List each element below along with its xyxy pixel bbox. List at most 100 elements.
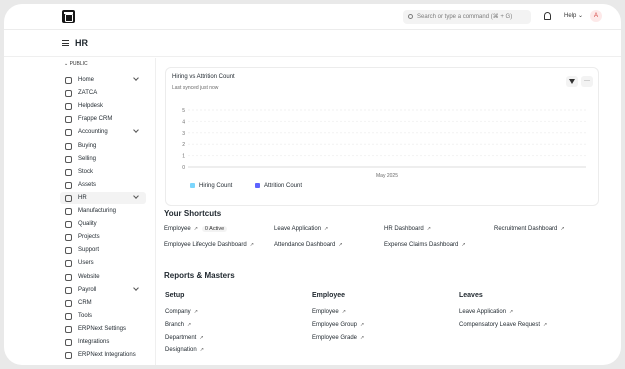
box-icon: [65, 168, 72, 176]
app-logo[interactable]: [62, 10, 75, 23]
chart-filter-button[interactable]: [566, 76, 578, 87]
report-link-employee-group[interactable]: Employee Group ↗: [312, 322, 364, 328]
y-tick-label: 3: [182, 131, 185, 137]
sidebar-item-website[interactable]: Website: [60, 271, 146, 283]
search-bar[interactable]: Search or type a command (⌘ + G): [403, 10, 531, 24]
report-link-designation[interactable]: Designation ↗: [165, 347, 204, 353]
shortcut-employee[interactable]: Employee ↗ 0 Active: [164, 226, 228, 232]
quality-icon: [65, 221, 72, 229]
sidebar-section-label[interactable]: ⌄ PUBLIC: [64, 61, 88, 67]
external-arrow-icon: ↗: [338, 242, 343, 248]
external-arrow-icon: ↗: [461, 242, 466, 248]
report-link-company[interactable]: Company ↗: [165, 309, 198, 315]
shortcut-label: Leave Application: [274, 226, 322, 232]
external-arrow-icon: ↗: [360, 321, 365, 328]
report-link-employee[interactable]: Employee ↗: [312, 309, 346, 315]
sidebar-item-label: Assets: [78, 181, 97, 188]
link-icon: [65, 90, 72, 98]
crm-icon: [65, 299, 72, 307]
sidebar-item-zatca[interactable]: ZATCA: [60, 87, 146, 99]
shortcut-expense-claims-dashboard[interactable]: Expense Claims Dashboard ↗: [384, 242, 466, 248]
shortcut-attendance-dashboard[interactable]: Attendance Dashboard ↗: [274, 242, 343, 248]
chart-more-button[interactable]: ···: [581, 76, 593, 87]
shortcut-label: HR Dashboard: [384, 226, 424, 232]
reports-column-setup: Setup: [165, 292, 185, 299]
external-arrow-icon: ↗: [324, 226, 329, 232]
reports-column-leaves: Leaves: [459, 292, 483, 299]
folder-icon: [65, 234, 72, 242]
shortcut-label: Employee Lifecycle Dashboard: [164, 242, 247, 248]
report-link-leave-application[interactable]: Leave Application ↗: [459, 309, 513, 315]
sidebar-item-label: Users: [78, 260, 94, 267]
sidebar-item-label: ZATCA: [78, 90, 98, 97]
hamburger-menu-icon[interactable]: [62, 40, 69, 46]
sidebar-item-label: Quality: [78, 221, 97, 228]
report-link-employee-grade[interactable]: Employee Grade ↗: [312, 335, 364, 341]
shortcut-label: Expense Claims Dashboard: [384, 242, 459, 248]
shortcut-hr-dashboard[interactable]: HR Dashboard ↗: [384, 226, 431, 232]
sidebar-item-label: Integrations: [78, 339, 110, 345]
external-arrow-icon: ↗: [193, 226, 198, 232]
sidebar-item-tools[interactable]: Tools: [60, 310, 146, 322]
sidebar-item-users[interactable]: Users: [60, 257, 146, 269]
sidebar-item-label: Support: [78, 247, 100, 254]
sidebar-item-hr[interactable]: HR: [60, 191, 146, 204]
sidebar-item-frappe-crm[interactable]: Frappe CRM: [60, 113, 146, 125]
search-placeholder: Search or type a command (⌘ + G): [417, 14, 513, 20]
report-link-branch[interactable]: Branch ↗: [165, 322, 191, 328]
report-link-compensatory-leave-request[interactable]: Compensatory Leave Request ↗: [459, 322, 547, 328]
shortcut-leave-application[interactable]: Leave Application ↗: [274, 226, 328, 232]
asset-icon: [65, 181, 72, 189]
sidebar-item-home[interactable]: Home: [60, 74, 146, 86]
tools-icon: [65, 312, 72, 320]
sidebar-item-label: Buying: [78, 142, 97, 149]
legend-swatch-hiring: [190, 183, 195, 188]
sidebar-item-label: ERPNext Integrations: [78, 352, 136, 359]
sidebar-item-label: Payroll: [78, 286, 97, 293]
report-link-label: Branch: [165, 321, 185, 328]
chevron-down-icon[interactable]: [133, 193, 139, 199]
sidebar-item-manufacturing[interactable]: Manufacturing: [60, 205, 146, 217]
external-arrow-icon: ↗: [360, 334, 365, 341]
shortcut-employee-lifecycle-dashboard[interactable]: Employee Lifecycle Dashboard ↗: [164, 242, 254, 248]
chart-title: Hiring vs Attrition Count: [172, 74, 235, 80]
notification-bell-icon[interactable]: [544, 12, 551, 20]
legend-swatch-attrition: [255, 183, 260, 188]
sidebar-item-accounting[interactable]: Accounting: [60, 126, 146, 138]
tag-icon: [65, 155, 72, 163]
sidebar-item-quality[interactable]: Quality: [60, 218, 146, 230]
sidebar-item-payroll[interactable]: Payroll: [60, 284, 146, 296]
reports-column-employee: Employee: [312, 292, 346, 299]
sidebar-item-helpdesk[interactable]: Helpdesk: [60, 100, 146, 112]
shortcut-recruitment-dashboard[interactable]: Recruitment Dashboard ↗: [494, 226, 565, 232]
help-dropdown[interactable]: Help ⌄: [564, 12, 583, 19]
plug-icon: [65, 352, 72, 360]
sidebar-item-label: Website: [78, 273, 100, 280]
chevron-down-icon[interactable]: [133, 127, 139, 134]
external-arrow-icon: ↗: [187, 321, 192, 328]
chevron-down-icon[interactable]: [133, 75, 139, 81]
external-arrow-icon: ↗: [199, 334, 204, 341]
chevron-down-icon[interactable]: [133, 284, 139, 291]
sidebar-item-crm[interactable]: CRM: [60, 297, 146, 309]
sidebar-item-erpnext-integrations[interactable]: ERPNext Integrations: [60, 349, 146, 361]
sidebar-item-erpnext-settings[interactable]: ERPNext Settings: [60, 323, 146, 335]
chart-plot: 0 1 2 3 4 5 May 2025: [182, 108, 586, 179]
avatar[interactable]: A: [590, 10, 602, 22]
sidebar-item-assets[interactable]: Assets: [60, 179, 146, 191]
report-link-department[interactable]: Department ↗: [165, 335, 204, 341]
sidebar-item-support[interactable]: Support: [60, 244, 146, 256]
page-title: HR: [75, 38, 88, 48]
sidebar-item-stock[interactable]: Stock: [60, 166, 146, 178]
sidebar-item-selling[interactable]: Selling: [60, 153, 146, 165]
web-icon: [65, 273, 72, 281]
top-navbar: Search or type a command (⌘ + G) Help ⌄ …: [4, 4, 621, 30]
sidebar-item-label: Stock: [78, 168, 94, 175]
y-tick-label: 1: [182, 154, 185, 160]
report-link-label: Company: [165, 309, 191, 315]
sidebar-item-buying[interactable]: Buying: [60, 140, 146, 152]
y-tick-label: 2: [182, 142, 185, 148]
users-icon: [65, 194, 72, 202]
sidebar-item-integrations[interactable]: Integrations: [60, 336, 146, 348]
sidebar-item-projects[interactable]: Projects: [60, 231, 146, 243]
